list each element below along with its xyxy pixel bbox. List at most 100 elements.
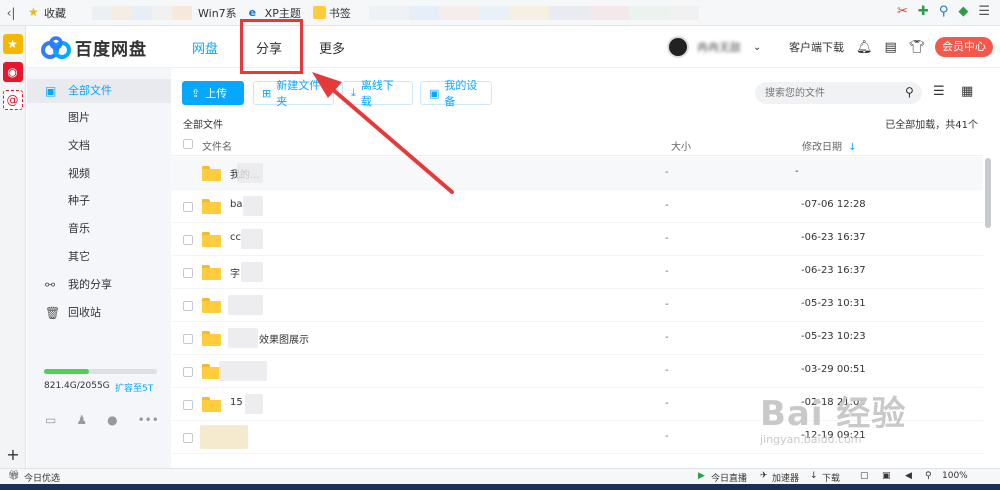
chevron-down-icon[interactable]: ⌄ bbox=[753, 42, 761, 53]
android-icon[interactable]: ♟ bbox=[76, 413, 87, 427]
my-devices-button[interactable]: ▣ 我的设备 bbox=[420, 79, 492, 108]
apple-icon[interactable]: ● bbox=[107, 413, 117, 427]
row-checkbox[interactable] bbox=[183, 400, 193, 410]
expand-storage-link[interactable]: 扩容至5T bbox=[115, 381, 153, 394]
browser-toolbar: ‹| ★ 收藏 Win7系 e XP主题 书签 ✂ ✚ ⚲ ◆ ☰ bbox=[0, 0, 1000, 26]
baidu-netdisk-logo[interactable]: 百度网盘 bbox=[41, 35, 147, 60]
user-menu[interactable]: 冉冉无敌 ⌄ bbox=[667, 36, 761, 58]
app-header: 百度网盘 网盘 分享 更多 冉冉无敌 ⌄ 客户端下载 🔔︎ ▤ 👕︎ 会员中心 bbox=[27, 26, 1000, 68]
scissors-icon[interactable]: ✂ bbox=[897, 4, 908, 19]
bookmark-folder[interactable]: 书签 bbox=[307, 0, 357, 26]
daily-picks-link[interactable]: 今日优选 bbox=[24, 471, 60, 484]
file-name[interactable]: ba bbox=[230, 199, 242, 210]
share-icon: ⚯ bbox=[45, 278, 56, 292]
redaction-block bbox=[219, 361, 267, 381]
sound-icon[interactable]: ◀ bbox=[905, 471, 912, 481]
table-row[interactable]: - -03-29 00:51 bbox=[171, 355, 983, 388]
row-checkbox[interactable] bbox=[183, 367, 193, 377]
accelerator-link[interactable]: 加速器 bbox=[772, 471, 799, 484]
gamepad-icon[interactable]: ◆ bbox=[958, 4, 968, 19]
file-name[interactable]: 15 bbox=[230, 397, 243, 408]
tab-netdisk[interactable]: 网盘 bbox=[192, 38, 218, 57]
bookmark-win7[interactable]: Win7系 bbox=[192, 0, 243, 26]
client-download-link[interactable]: 客户端下载 bbox=[789, 39, 844, 55]
file-size: - bbox=[665, 266, 669, 277]
file-date: - bbox=[795, 166, 799, 177]
file-name[interactable]: cc bbox=[230, 232, 241, 243]
upload-icon: ⇪ bbox=[191, 86, 201, 100]
redaction-block bbox=[200, 425, 248, 449]
table-row[interactable]: 字 - -06-23 16:37 bbox=[171, 256, 983, 289]
desktop-icon[interactable]: ▭ bbox=[45, 413, 56, 427]
bookmark-favorites[interactable]: ★ 收藏 bbox=[22, 0, 72, 26]
tab-more[interactable]: 更多 bbox=[319, 38, 345, 57]
row-checkbox[interactable] bbox=[183, 334, 193, 344]
search-icon[interactable]: ⚲ bbox=[939, 4, 949, 19]
sort-icon[interactable]: ☰ bbox=[933, 84, 945, 99]
redaction-block bbox=[237, 163, 263, 183]
sidebar-item-all-files[interactable]: ▣ 全部文件 bbox=[27, 79, 171, 103]
avatar[interactable] bbox=[667, 36, 689, 58]
window-icon[interactable]: ▢ bbox=[860, 471, 869, 481]
upload-button[interactable]: ⇪ 上传 bbox=[182, 81, 244, 105]
clip-icon[interactable]: ▣ bbox=[882, 471, 891, 481]
folder-icon bbox=[202, 232, 221, 247]
sidebar-item-my-share[interactable]: ⚯ 我的分享 bbox=[27, 273, 171, 297]
file-name[interactable]: 效果图展示 bbox=[259, 331, 309, 346]
download-icon: ↓ bbox=[810, 471, 818, 481]
sidebar-item-documents[interactable]: 文档 bbox=[27, 134, 171, 158]
breadcrumb[interactable]: 全部文件 bbox=[183, 116, 223, 131]
sidebar-item-torrents[interactable]: 种子 bbox=[27, 189, 171, 213]
redaction-block bbox=[243, 196, 263, 216]
row-checkbox[interactable] bbox=[183, 433, 193, 443]
table-row[interactable]: - -05-23 10:31 bbox=[171, 289, 983, 322]
zoom-icon[interactable]: ⚲ bbox=[925, 471, 932, 481]
more-dots-icon[interactable]: ••• bbox=[138, 413, 159, 427]
row-checkbox[interactable] bbox=[183, 268, 193, 278]
sidebar-item-other[interactable]: 其它 bbox=[27, 245, 171, 269]
trash-icon: 🗑︎ bbox=[45, 306, 61, 320]
select-all-checkbox[interactable] bbox=[183, 139, 193, 149]
sidebar-item-videos[interactable]: 视频 bbox=[27, 162, 171, 186]
file-name[interactable]: 字 bbox=[230, 265, 240, 280]
sidebar-item-recycle-bin[interactable]: 🗑︎ 回收站 bbox=[27, 301, 171, 325]
search-icon[interactable]: ⚲ bbox=[905, 85, 914, 99]
column-size-header[interactable]: 大小 bbox=[671, 138, 691, 153]
file-size: - bbox=[665, 398, 669, 409]
zoom-level[interactable]: 100% bbox=[942, 471, 968, 481]
watermark: Bai 经验 jingyan.baidu.com bbox=[760, 386, 960, 446]
table-row[interactable]: cc - -06-23 16:37 bbox=[171, 223, 983, 256]
column-name-header[interactable]: 文件名 bbox=[202, 138, 232, 153]
clipboard-icon[interactable]: ▤ bbox=[885, 40, 897, 55]
table-row[interactable]: 我的... - - bbox=[171, 157, 983, 190]
row-checkbox[interactable] bbox=[183, 301, 193, 311]
table-row[interactable]: 效果图展示 - -05-23 10:23 bbox=[171, 322, 983, 355]
back-button[interactable]: ‹| bbox=[0, 6, 22, 20]
blurred-bookmarks bbox=[92, 5, 192, 20]
menu-icon[interactable]: ☰ bbox=[978, 4, 990, 19]
add-sidebar-button[interactable]: + bbox=[0, 445, 26, 464]
blurred-bookmarks-2 bbox=[368, 5, 699, 20]
mail-icon[interactable]: @ bbox=[2, 90, 23, 110]
row-checkbox[interactable] bbox=[183, 202, 193, 212]
favorites-star-icon[interactable]: ★ bbox=[2, 34, 23, 54]
new-folder-button[interactable]: ⊞ 新建文件夹 bbox=[253, 79, 334, 108]
device-links: ▭ ♟ ● ••• bbox=[45, 413, 159, 427]
downloads-link[interactable]: 下载 bbox=[822, 471, 840, 484]
offline-download-button[interactable]: ⤓ 离线下载 bbox=[342, 79, 413, 108]
plus-icon[interactable]: ✚ bbox=[918, 4, 929, 19]
table-row[interactable]: ba - -07-06 12:28 bbox=[171, 190, 983, 223]
search-input[interactable] bbox=[755, 82, 922, 104]
bell-icon[interactable]: 🔔︎ bbox=[856, 40, 873, 55]
daily-live-link[interactable]: 今日直播 bbox=[711, 471, 747, 484]
vip-center-button[interactable]: 会员中心 bbox=[935, 37, 993, 57]
row-checkbox[interactable] bbox=[183, 235, 193, 245]
grid-view-icon[interactable]: ▦ bbox=[961, 84, 973, 99]
weibo-icon[interactable]: ◉ bbox=[2, 62, 23, 82]
scrollbar[interactable] bbox=[985, 158, 991, 228]
sidebar-item-music[interactable]: 音乐 bbox=[27, 217, 171, 241]
file-date: -06-23 16:37 bbox=[801, 232, 866, 243]
sidebar-item-images[interactable]: 图片 bbox=[27, 106, 171, 130]
shirt-icon[interactable]: 👕︎ bbox=[909, 40, 926, 55]
column-date-header[interactable]: 修改日期 ↓ bbox=[802, 138, 857, 153]
